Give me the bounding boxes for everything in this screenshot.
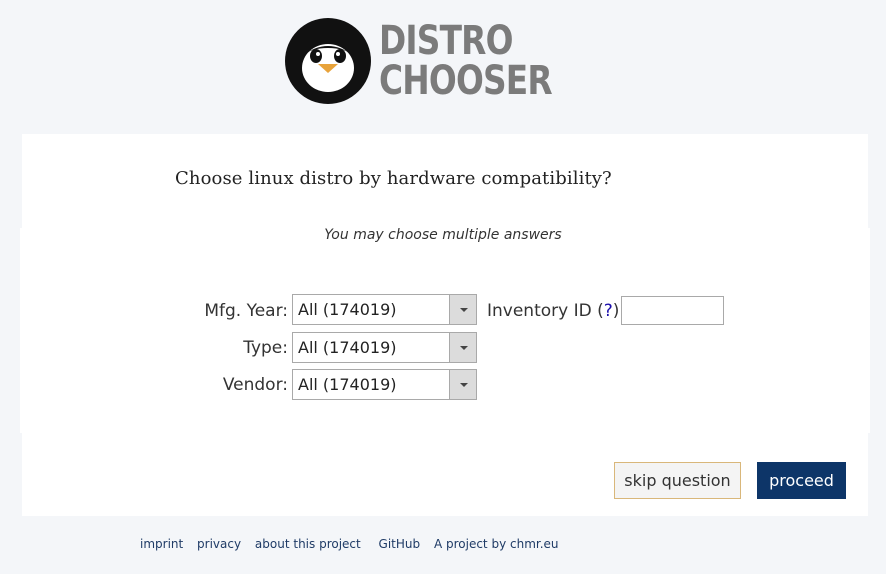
page: DISTRO CHOOSER Choose linux distro by ha… [0,0,886,574]
footer: imprint privacy about this project GitHu… [140,537,569,551]
logo-text: DISTRO CHOOSER [379,21,590,101]
inventory-id-help-link[interactable]: ? [604,301,613,321]
card-edge [868,228,870,433]
footer-link-github[interactable]: GitHub [379,537,421,551]
type-value: All (174019) [298,338,397,357]
mfg-year-value: All (174019) [298,300,397,319]
footer-link-chmr[interactable]: A project by chmr.eu [434,537,559,551]
vendor-label: Vendor: [222,375,288,395]
mfg-year-select[interactable]: All (174019) [292,294,477,325]
type-select[interactable]: All (174019) [292,332,477,363]
card-edge [20,228,22,433]
site-logo[interactable]: DISTRO CHOOSER [285,18,590,104]
question-card [22,134,868,516]
chevron-down-icon[interactable] [449,370,476,399]
proceed-button[interactable]: proceed [757,462,846,499]
type-label: Type: [243,338,288,358]
footer-link-imprint[interactable]: imprint [140,537,183,551]
chevron-down-icon[interactable] [449,295,476,324]
logo-line-1: DISTRO [379,18,513,64]
question-title: Choose linux distro by hardware compatib… [175,168,612,189]
footer-link-privacy[interactable]: privacy [197,537,241,551]
mfg-year-label: Mfg. Year: [204,301,288,321]
question-hint: You may choose multiple answers [324,227,562,243]
inventory-id-label: Inventory ID (?): [487,301,625,321]
penguin-logo-icon [285,18,371,104]
inventory-id-input[interactable] [621,296,724,325]
vendor-value: All (174019) [298,375,397,394]
chevron-down-icon[interactable] [449,333,476,362]
footer-link-about[interactable]: about this project [255,537,361,551]
inventory-id-label-text: Inventory ID ( [487,301,604,321]
skip-question-button[interactable]: skip question [614,462,741,499]
logo-line-2: CHOOSER [379,58,553,104]
vendor-select[interactable]: All (174019) [292,369,477,400]
